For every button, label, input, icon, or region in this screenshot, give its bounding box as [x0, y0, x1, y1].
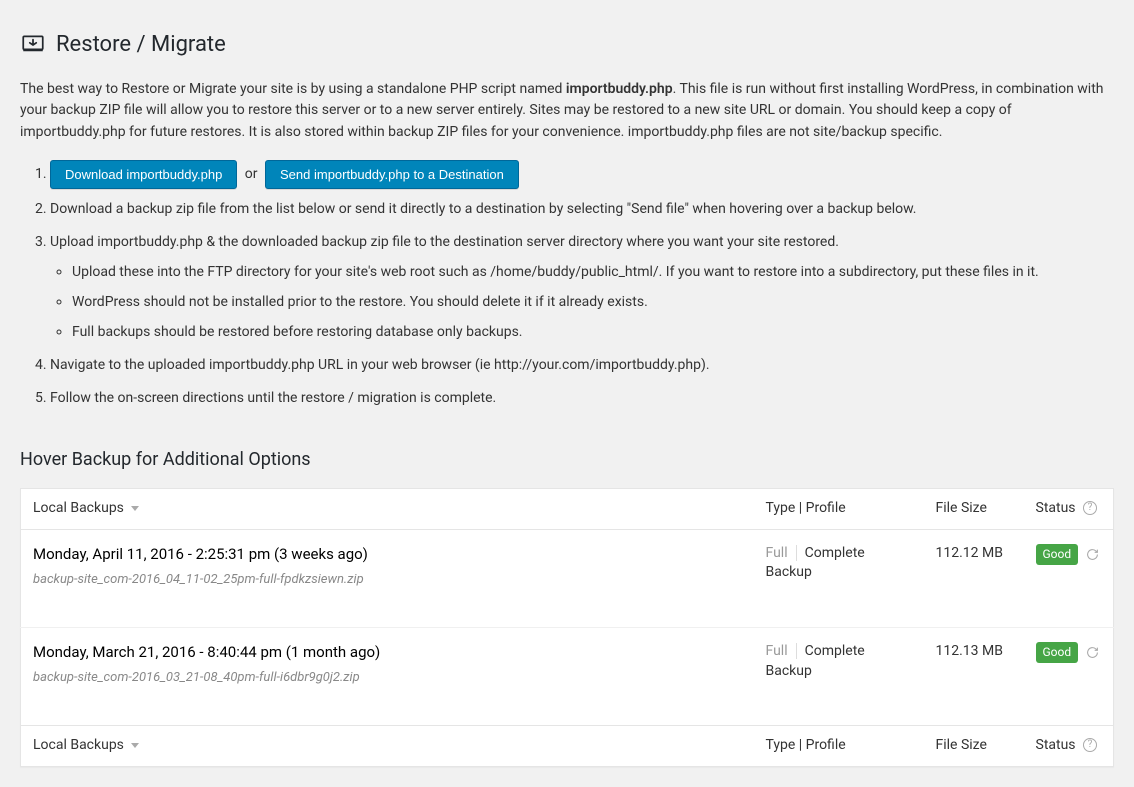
step-1: Download importbuddy.php or Send importb… [50, 160, 1114, 189]
backup-file: backup-site_com-2016_03_21-08_40pm-full-… [33, 669, 742, 687]
header-file-size: File Size [924, 489, 1024, 530]
header-local-backups[interactable]: Local Backups [21, 489, 754, 530]
step-5: Follow the on-screen directions until th… [50, 386, 1114, 411]
refresh-icon[interactable] [1086, 646, 1099, 659]
refresh-icon[interactable] [1086, 548, 1099, 561]
hover-backup-heading: Hover Backup for Additional Options [20, 447, 1114, 472]
table-row[interactable]: Monday, March 21, 2016 - 8:40:44 pm (1 m… [21, 627, 1114, 725]
page-title: Restore / Migrate [20, 30, 1114, 61]
step-4: Navigate to the uploaded importbuddy.php… [50, 353, 1114, 378]
page-title-text: Restore / Migrate [56, 30, 226, 61]
sort-arrow-icon [131, 743, 139, 748]
footer-local-backups[interactable]: Local Backups [21, 726, 754, 767]
step-3c: Full backups should be restored before r… [72, 321, 1114, 345]
step-3: Upload importbuddy.php & the downloaded … [50, 230, 1114, 345]
download-importbuddy-button[interactable]: Download importbuddy.php [50, 160, 237, 189]
backup-size: 112.13 MB [924, 627, 1024, 725]
intro-script-name: importbuddy.php [566, 81, 673, 97]
header-type-profile: Type | Profile [754, 489, 924, 530]
step-3b: WordPress should not be installed prior … [72, 291, 1114, 315]
backup-type: Full [766, 643, 797, 659]
footer-type-profile: Type | Profile [754, 726, 924, 767]
backup-file: backup-site_com-2016_04_11-02_25pm-full-… [33, 571, 742, 589]
restore-migrate-icon [20, 32, 46, 58]
footer-status: Status ? [1024, 726, 1114, 767]
header-status: Status ? [1024, 489, 1114, 530]
or-text: or [245, 162, 258, 187]
table-row[interactable]: Monday, April 11, 2016 - 2:25:31 pm (3 w… [21, 529, 1114, 627]
send-importbuddy-button[interactable]: Send importbuddy.php to a Destination [265, 160, 519, 189]
step-3-text: Upload importbuddy.php & the downloaded … [50, 234, 839, 250]
help-icon[interactable]: ? [1083, 501, 1097, 515]
backup-date: Monday, April 11, 2016 - 2:25:31 pm (3 w… [33, 544, 742, 565]
step-3a: Upload these into the FTP directory for … [72, 261, 1114, 285]
backup-date: Monday, March 21, 2016 - 8:40:44 pm (1 m… [33, 642, 742, 663]
step-3-sublist: Upload these into the FTP directory for … [50, 261, 1114, 344]
status-badge: Good [1036, 544, 1079, 565]
help-icon[interactable]: ? [1083, 738, 1097, 752]
sort-arrow-icon [131, 506, 139, 511]
backup-size: 112.12 MB [924, 529, 1024, 627]
step-2: Download a backup zip file from the list… [50, 197, 1114, 222]
intro-paragraph: The best way to Restore or Migrate your … [20, 79, 1114, 144]
backups-table: Local Backups Type | Profile File Size S… [20, 488, 1114, 767]
steps-list: Download importbuddy.php or Send importb… [20, 160, 1114, 411]
status-badge: Good [1036, 642, 1079, 663]
intro-prefix: The best way to Restore or Migrate your … [20, 81, 566, 97]
backup-type: Full [766, 545, 797, 561]
footer-file-size: File Size [924, 726, 1024, 767]
